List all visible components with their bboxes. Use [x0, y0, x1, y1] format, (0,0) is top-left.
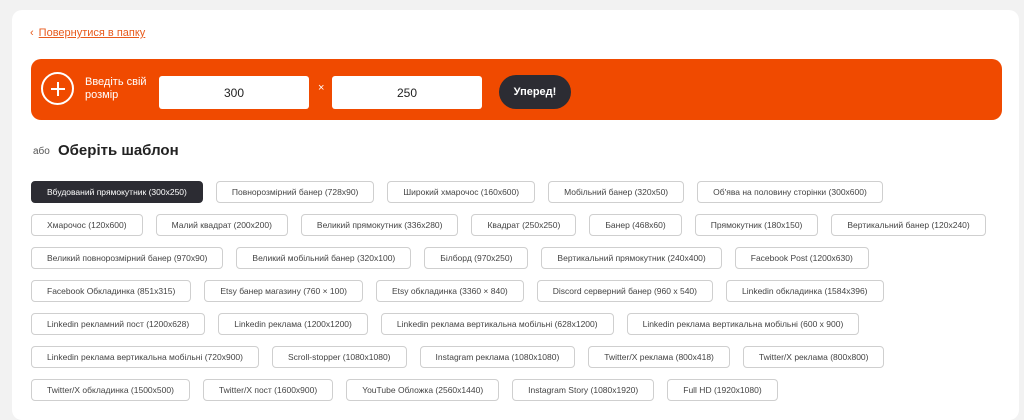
- template-chip[interactable]: YouTube Обложка (2560x1440): [346, 379, 500, 401]
- templates-heading: Оберіть шаблон: [58, 142, 179, 159]
- template-chip[interactable]: Квадрат (250x250): [471, 214, 577, 236]
- template-chip[interactable]: Etsy обкладинка (3360 × 840): [375, 280, 524, 302]
- template-chip[interactable]: Instagram Story (1080x1920): [512, 379, 655, 401]
- template-chip[interactable]: Discord серверний банер (960 x 540): [536, 280, 713, 302]
- template-chip[interactable]: Малий квадрат (200x200): [155, 214, 288, 236]
- dimension-separator: ×: [318, 82, 325, 94]
- template-chip[interactable]: Широкий хмарочос (160x600): [387, 181, 536, 203]
- template-list: Вбудований прямокутник (300x250) Повнороз…: [31, 181, 1006, 401]
- template-chip[interactable]: Linkedin реклама вертикальна мобільні (6…: [380, 313, 614, 335]
- submit-size-button[interactable]: Уперед!: [499, 75, 571, 109]
- template-chip[interactable]: Білборд (970x250): [424, 247, 529, 269]
- template-chip[interactable]: Linkedin рекламний пост (1200x628): [31, 313, 206, 335]
- template-chip[interactable]: Великий мобільний банер (320x100): [236, 247, 412, 269]
- width-input[interactable]: [159, 76, 309, 109]
- template-chip[interactable]: Вертикальний прямокутник (240x400): [541, 247, 722, 269]
- plus-circle-icon: [41, 72, 74, 105]
- template-chip[interactable]: Вертикальний банер (120x240): [831, 214, 986, 236]
- template-chip[interactable]: Facebook Обкладинка (851x315): [31, 280, 192, 302]
- template-chip[interactable]: Мобільний банер (320x50): [548, 181, 685, 203]
- template-chip[interactable]: Full HD (1920x1080): [667, 379, 778, 401]
- custom-size-label-line1: Введіть свій: [85, 76, 147, 88]
- custom-size-label-line2: розмір: [85, 89, 119, 101]
- template-chip[interactable]: Великий повнорозмірний банер (970x90): [31, 247, 224, 269]
- template-chip[interactable]: Twitter/X пост (1600x900): [202, 379, 334, 401]
- back-link-label: Повернутися в папку: [38, 27, 146, 39]
- template-chip[interactable]: Linkedin реклама (1200x1200): [218, 313, 368, 335]
- template-chip[interactable]: Банер (468x60): [589, 214, 682, 236]
- template-chip[interactable]: Прямокутник (180x150): [694, 214, 819, 236]
- custom-size-label: Введіть свій розмір: [85, 76, 147, 102]
- template-chip[interactable]: Instagram реклама (1080x1080): [419, 346, 576, 368]
- template-chip[interactable]: Linkedin реклама вертикальна мобільні (6…: [626, 313, 860, 335]
- template-chip[interactable]: Linkedin реклама вертикальна мобільні (7…: [31, 346, 259, 368]
- height-input[interactable]: [332, 76, 482, 109]
- template-chip[interactable]: Twitter/X обкладинка (1500x500): [31, 379, 190, 401]
- template-chip[interactable]: Etsy банер магазину (760 × 100): [204, 280, 363, 302]
- template-chip[interactable]: Twitter/X реклама (800x800): [742, 346, 885, 368]
- template-chip[interactable]: Великий прямокутник (336x280): [300, 214, 459, 236]
- template-chip[interactable]: Вбудований прямокутник (300x250): [31, 181, 203, 203]
- template-chip[interactable]: Scroll-stopper (1080x1080): [271, 346, 407, 368]
- template-chip[interactable]: Об'ява на половину сторінки (300x600): [697, 181, 883, 203]
- template-chip[interactable]: Twitter/X реклама (800x418): [588, 346, 730, 368]
- or-label: або: [33, 146, 50, 157]
- back-to-folder-link[interactable]: ‹ Повернутися в папку: [30, 27, 145, 39]
- template-chip[interactable]: Хмарочос (120x600): [31, 214, 143, 236]
- template-chip[interactable]: Linkedin обкладинка (1584x396): [725, 280, 884, 302]
- chevron-left-icon: ‹: [30, 27, 34, 39]
- custom-size-banner: Введіть свій розмір × Уперед!: [31, 59, 1002, 120]
- template-chip[interactable]: Facebook Post (1200x630): [734, 247, 869, 269]
- template-chip[interactable]: Повнорозмірний банер (728x90): [215, 181, 375, 203]
